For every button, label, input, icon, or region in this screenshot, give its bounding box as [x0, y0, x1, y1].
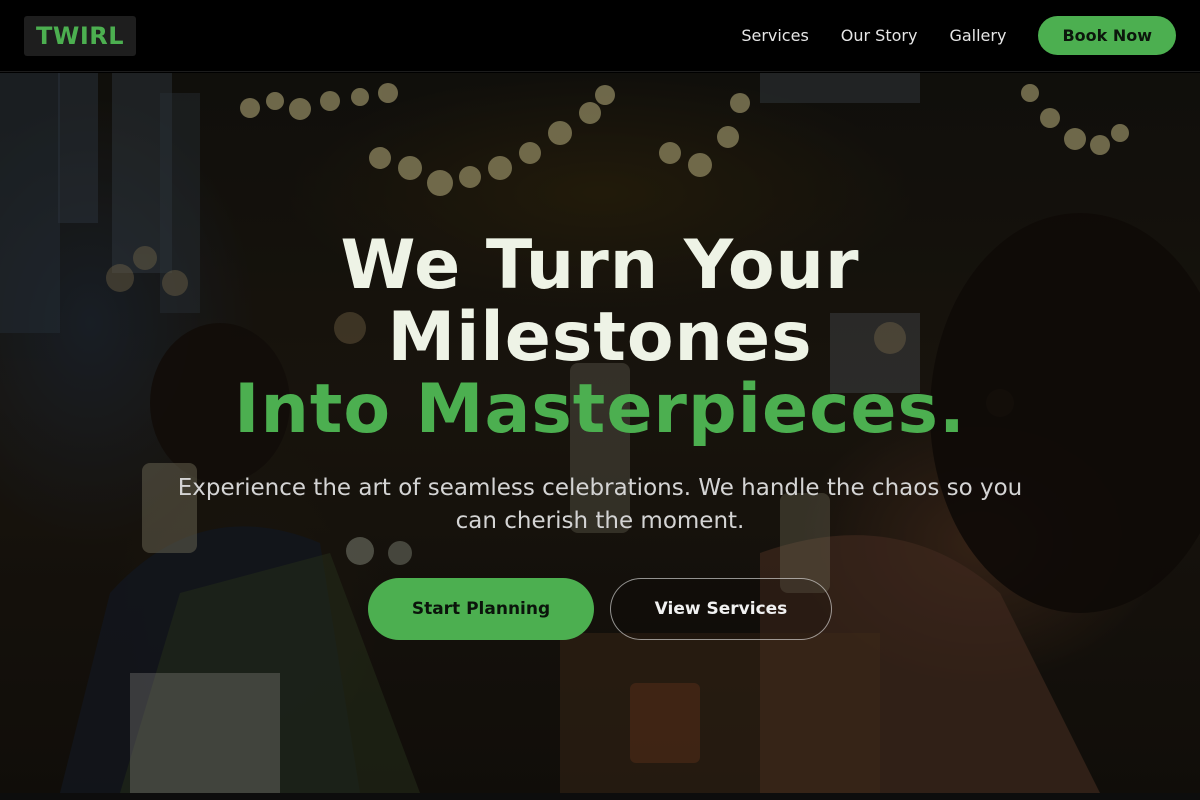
- book-now-button[interactable]: Book Now: [1038, 16, 1176, 55]
- bottom-edge: [0, 793, 1200, 800]
- hero-subtitle: Experience the art of seamless celebrati…: [177, 475, 1023, 534]
- nav-link-gallery[interactable]: Gallery: [949, 26, 1006, 45]
- headline-accent: Into Masterpieces.: [234, 370, 966, 449]
- hero-headline: We Turn Your Milestones Into Masterpiece…: [150, 230, 1050, 446]
- hero-section: We Turn Your Milestones Into Masterpiece…: [0, 73, 1200, 793]
- cta-row: Start Planning View Services: [368, 578, 832, 640]
- headline-line-2: Milestones: [387, 298, 813, 377]
- nav-link-services[interactable]: Services: [741, 26, 808, 45]
- headline-line-1: We Turn Your: [340, 226, 860, 305]
- site-header: TWIRL Services Our Story Gallery Book No…: [0, 0, 1200, 72]
- logo[interactable]: TWIRL: [24, 15, 137, 56]
- main-nav: Services Our Story Gallery Book Now: [741, 16, 1176, 55]
- start-planning-button[interactable]: Start Planning: [368, 578, 594, 640]
- hero-content: We Turn Your Milestones Into Masterpiece…: [0, 73, 1200, 793]
- view-services-button[interactable]: View Services: [610, 578, 832, 640]
- nav-link-our-story[interactable]: Our Story: [841, 26, 918, 45]
